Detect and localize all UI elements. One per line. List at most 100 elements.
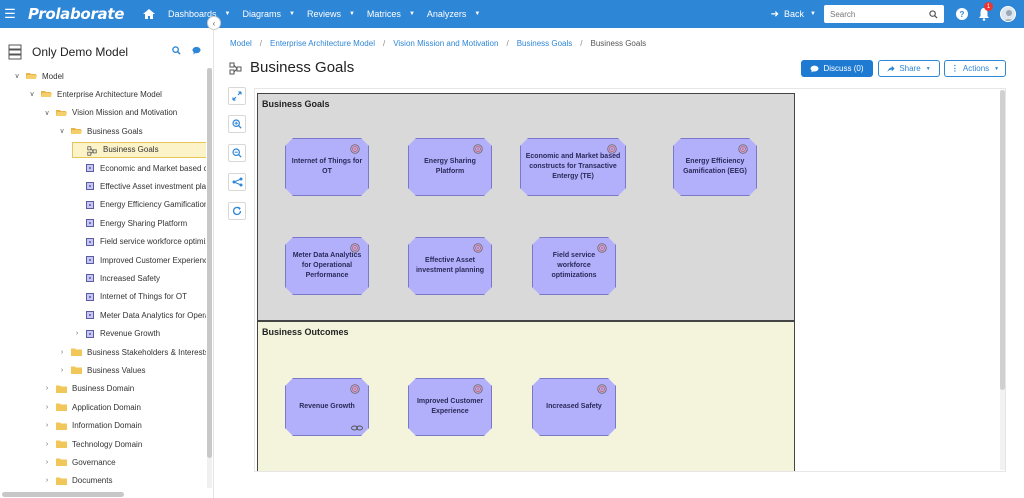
tree-node[interactable]: › Information Domain: [42, 418, 142, 434]
chat-icon[interactable]: [192, 46, 201, 55]
tree-node[interactable]: Energy Sharing Platform: [72, 215, 187, 231]
tree-node[interactable]: Internet of Things for OT: [72, 289, 187, 305]
tree-node[interactable]: Increased Safety: [72, 270, 160, 286]
breadcrumb-separator: /: [382, 39, 386, 48]
tree-node[interactable]: ∨ Model: [12, 68, 64, 84]
user-avatar[interactable]: [1000, 6, 1016, 22]
canvas-vertical-scrollbar[interactable]: [1000, 90, 1005, 470]
goal-element[interactable]: Effective Asset investment planning: [408, 237, 492, 295]
tree-node[interactable]: › Documents: [42, 473, 113, 488]
search-icon[interactable]: [929, 9, 938, 19]
chevron-right-icon[interactable]: ›: [42, 422, 52, 429]
canvas-scroll-thumb[interactable]: [1000, 90, 1005, 390]
group-business-outcomes[interactable]: Business Outcomes Revenue Growth Improved…: [257, 321, 795, 471]
zoom-in-button[interactable]: [228, 115, 246, 133]
chevron-right-icon[interactable]: ›: [57, 349, 67, 356]
layout-button[interactable]: [228, 173, 246, 191]
goal-element[interactable]: Economic and Market based constructs for…: [520, 138, 626, 196]
tree-node[interactable]: › Business Domain: [42, 381, 134, 397]
discuss-button[interactable]: Discuss (0): [801, 60, 873, 77]
notification-count-badge: 1: [984, 2, 993, 11]
search-input[interactable]: [830, 9, 920, 19]
tree-node[interactable]: Meter Data Analytics for Operational: [72, 307, 206, 323]
global-search[interactable]: [824, 5, 944, 23]
help-icon[interactable]: ?: [956, 8, 968, 20]
chevron-right-icon[interactable]: ›: [42, 441, 52, 448]
sidebar-horizontal-scrollbar[interactable]: [0, 492, 206, 497]
chevron-down-icon: ▼: [474, 11, 481, 17]
folder-icon: [71, 348, 82, 356]
goal-element[interactable]: Improved Customer Experience: [408, 378, 492, 436]
nav-dashboards[interactable]: Dashboards ▼: [168, 9, 230, 19]
tree-node-label: Application Domain: [72, 402, 141, 412]
collapse-sidebar-button[interactable]: ‹: [207, 16, 221, 30]
chevron-down-icon[interactable]: ∨: [42, 109, 52, 117]
sidebar-hscroll-thumb[interactable]: [2, 492, 124, 497]
breadcrumb-link[interactable]: Business Goals: [517, 39, 573, 48]
chevron-down-icon[interactable]: ∨: [12, 72, 22, 80]
tree-node[interactable]: Field service workforce optimizations: [72, 234, 206, 250]
tree-node-label: Effective Asset investment planning: [100, 181, 206, 191]
share-icon: [887, 65, 895, 72]
breadcrumb-link[interactable]: Model: [230, 39, 252, 48]
nav-matrices[interactable]: Matrices ▼: [367, 9, 415, 19]
home-icon[interactable]: [142, 7, 156, 21]
app-logo[interactable]: Prolaborate: [28, 5, 132, 23]
tree-node-label: Increased Safety: [100, 273, 161, 283]
back-dropdown-icon[interactable]: ▼: [810, 11, 816, 17]
tree-node-label: Field service workforce optimizations: [100, 237, 206, 247]
tree-node[interactable]: › Technology Domain: [42, 436, 142, 452]
zoom-out-button[interactable]: [228, 144, 246, 162]
chevron-right-icon[interactable]: ›: [72, 330, 82, 337]
nav-reviews[interactable]: Reviews ▼: [307, 9, 355, 19]
back-button[interactable]: ➜ Back: [771, 9, 804, 20]
goal-element[interactable]: Energy Sharing Platform: [408, 138, 492, 196]
goal-element-icon: [86, 329, 94, 338]
refresh-button[interactable]: [228, 202, 246, 220]
share-button[interactable]: Share ▼: [878, 60, 940, 77]
tree-node[interactable]: Effective Asset investment planning: [72, 178, 206, 194]
goal-element[interactable]: Internet of Things for OT: [285, 138, 369, 196]
tree-node[interactable]: Business Goals: [72, 141, 206, 158]
sidebar-scroll-thumb[interactable]: [207, 68, 212, 458]
tree-node[interactable]: ∨ Business Goals: [57, 123, 142, 139]
chevron-right-icon[interactable]: ›: [42, 459, 52, 466]
tree-node[interactable]: ∨ Enterprise Architecture Model: [27, 86, 162, 102]
sidebar-search-icon[interactable]: [172, 46, 181, 55]
tree-node[interactable]: › Revenue Growth: [72, 326, 160, 342]
goal-element[interactable]: Meter Data Analytics for Operational Per…: [285, 237, 369, 295]
chevron-down-icon[interactable]: ∨: [27, 90, 37, 98]
breadcrumb-link[interactable]: Enterprise Architecture Model: [270, 39, 375, 48]
goal-element[interactable]: Energy Efficiency Gamification (EEG): [673, 138, 757, 196]
actions-button[interactable]: ⋮ Actions ▼: [944, 60, 1006, 77]
diagram-canvas[interactable]: Business Goals Internet of Things for OT…: [254, 88, 1006, 472]
sidebar-vertical-scrollbar[interactable]: [207, 68, 212, 488]
goal-element[interactable]: Field service workforce optimizations: [532, 237, 616, 295]
group-business-goals[interactable]: Business Goals Internet of Things for OT…: [257, 93, 795, 321]
chevron-right-icon[interactable]: ›: [42, 404, 52, 411]
tree-node[interactable]: › Governance: [42, 454, 116, 470]
fit-to-screen-button[interactable]: [228, 87, 246, 105]
chevron-down-icon: ▼: [925, 65, 931, 72]
nav-diagrams[interactable]: Diagrams ▼: [242, 9, 294, 19]
hamburger-menu-icon[interactable]: ☰: [0, 6, 20, 22]
tree-node[interactable]: ∨ Vision Mission and Motivation: [42, 105, 177, 121]
tree-node[interactable]: Improved Customer Experience: [72, 252, 206, 268]
tree-node-label: Model: [42, 71, 64, 81]
nav-analyzers[interactable]: Analyzers ▼: [427, 9, 480, 19]
tree-node[interactable]: Energy Efficiency Gamification: [72, 197, 206, 213]
tree-node[interactable]: Economic and Market based constructs: [72, 160, 206, 176]
goal-element[interactable]: Revenue Growth: [285, 378, 369, 436]
notifications-bell-icon[interactable]: 1: [978, 2, 993, 21]
chevron-down-icon[interactable]: ∨: [57, 127, 67, 135]
chevron-right-icon[interactable]: ›: [42, 385, 52, 392]
chevron-right-icon[interactable]: ›: [57, 367, 67, 374]
tree-node[interactable]: › Business Stakeholders & Interests: [57, 344, 206, 360]
nav-matrices-label: Matrices: [366, 9, 401, 19]
tree-node[interactable]: › Business Values: [57, 362, 146, 378]
chevron-right-icon[interactable]: ›: [42, 477, 52, 484]
goal-element[interactable]: Increased Safety: [532, 378, 616, 436]
model-name[interactable]: Only Demo Model: [32, 45, 128, 59]
breadcrumb-link[interactable]: Vision Mission and Motivation: [393, 39, 498, 48]
tree-node[interactable]: › Application Domain: [42, 399, 141, 415]
